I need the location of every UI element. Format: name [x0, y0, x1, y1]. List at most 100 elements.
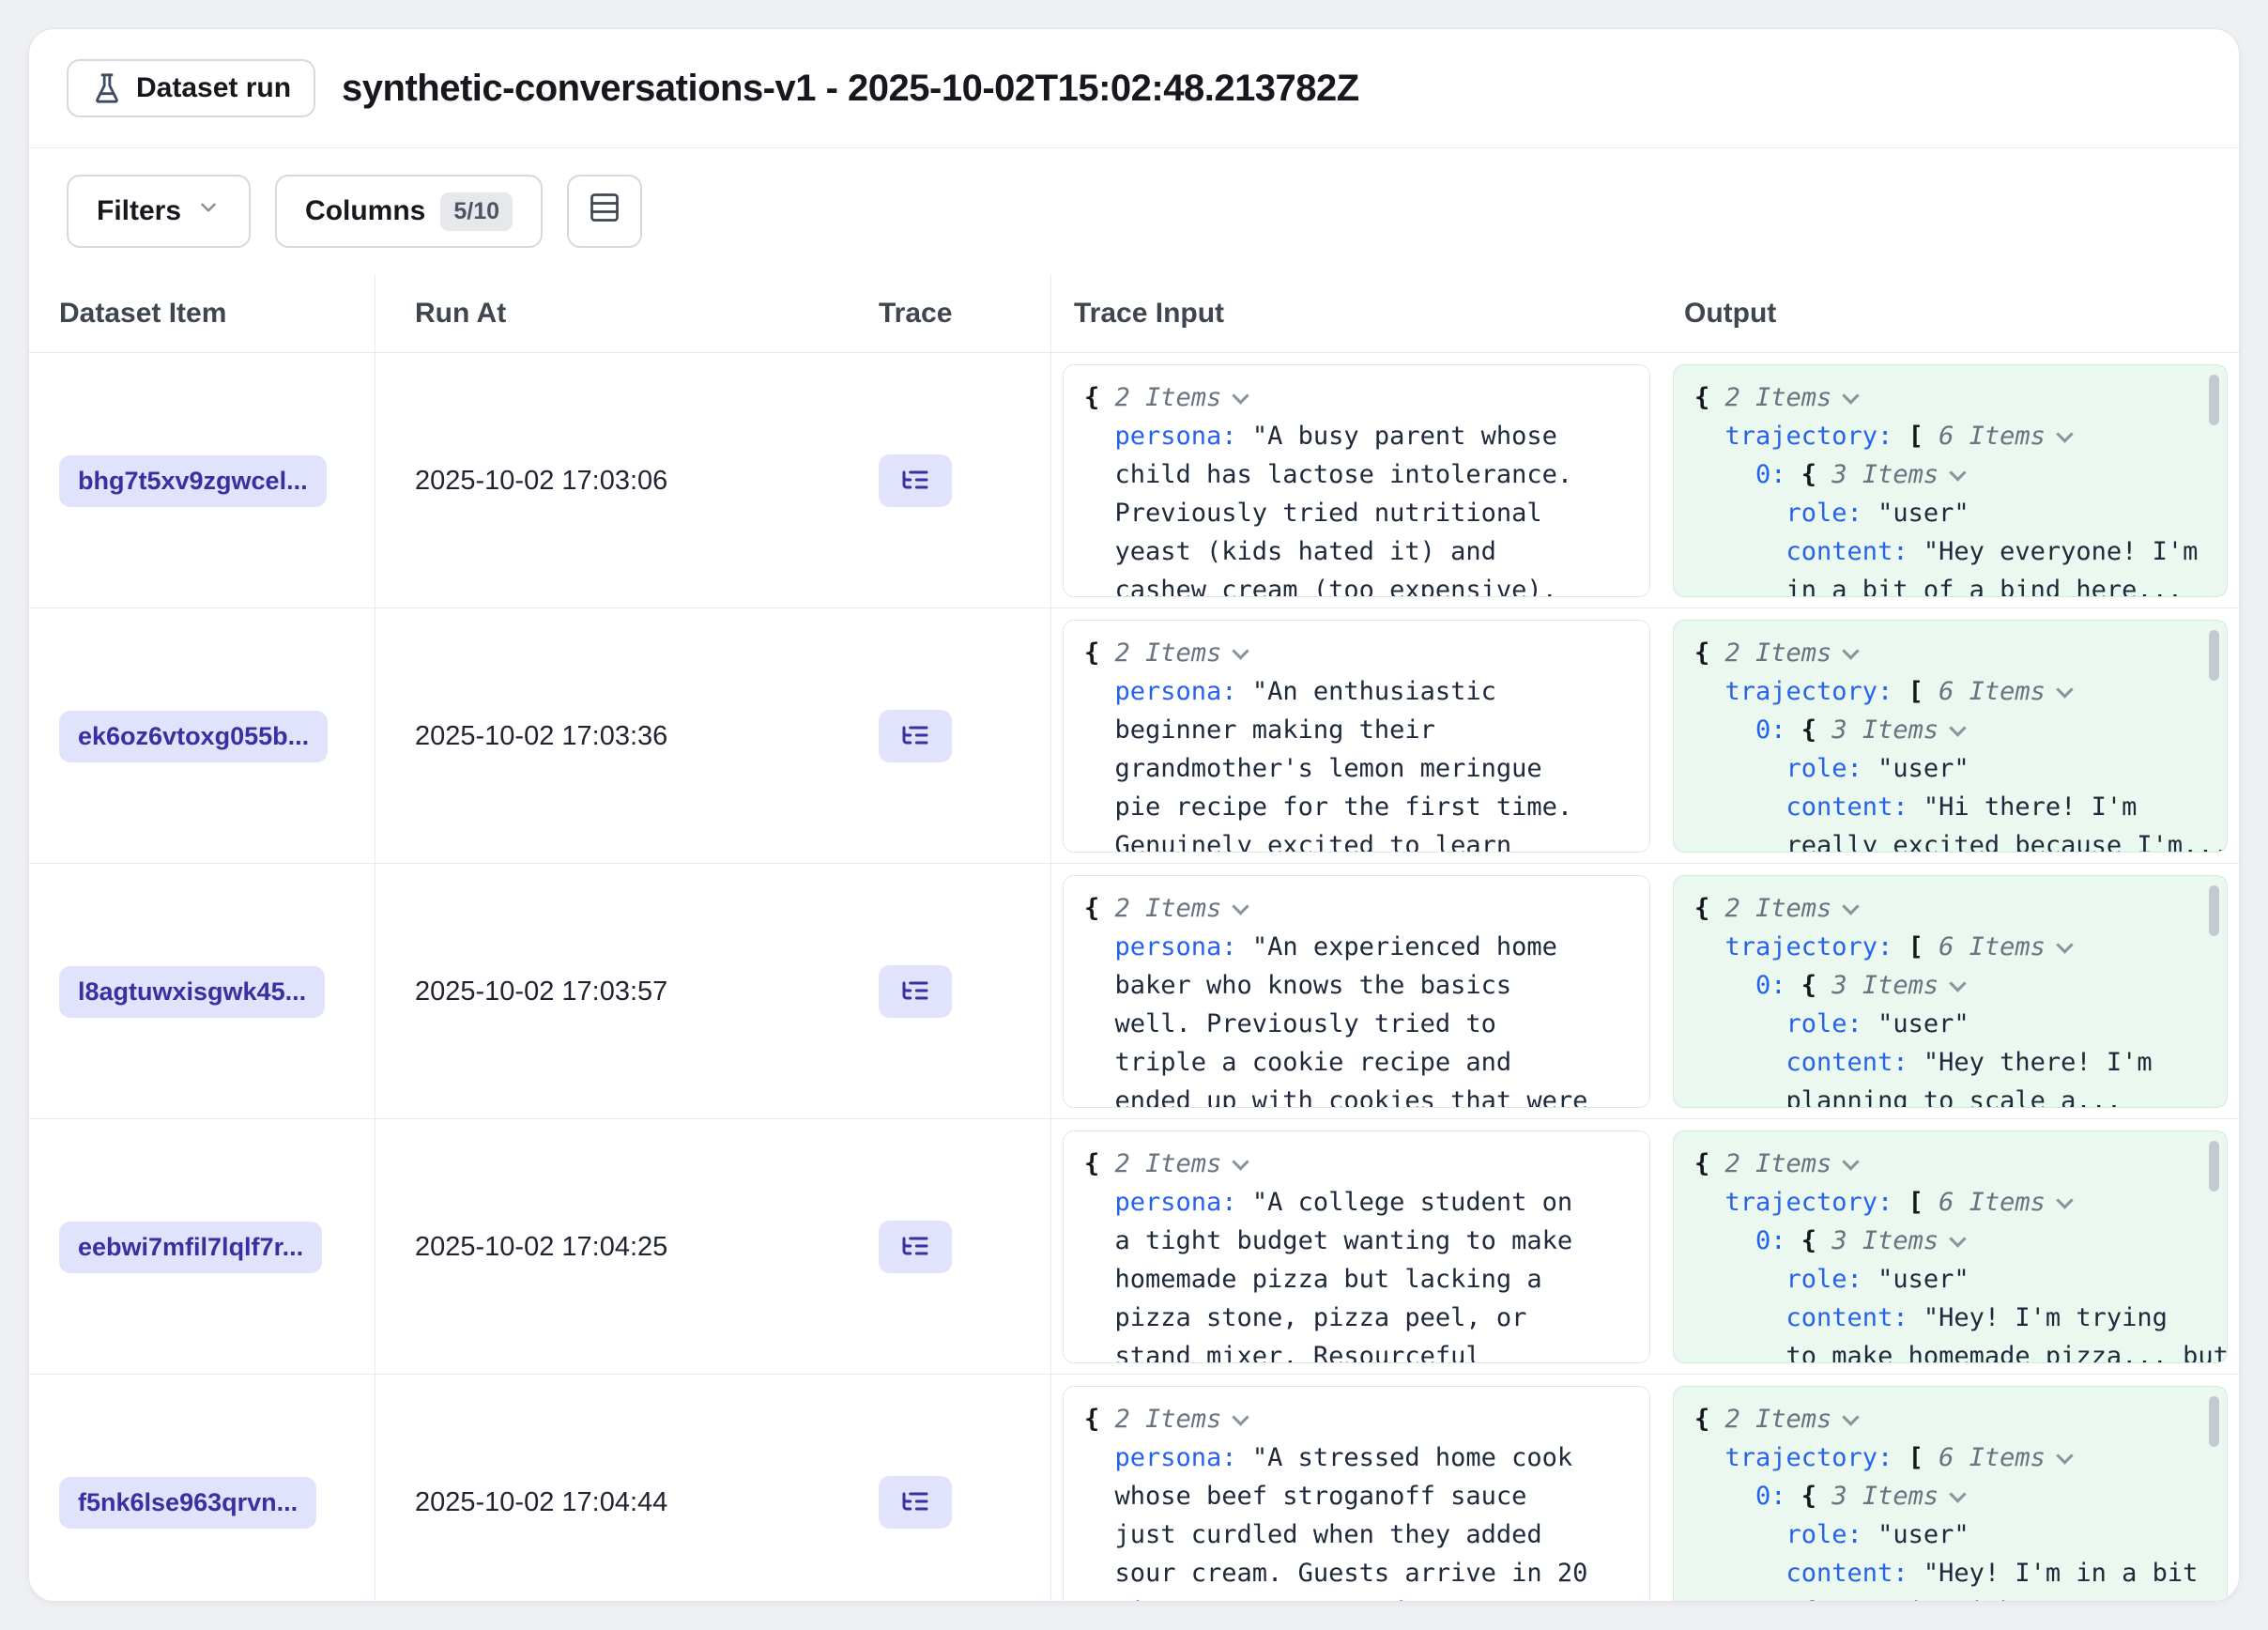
json-string: "Hey! I'm in a bit [1923, 1559, 2199, 1588]
list-tree-icon [900, 465, 930, 498]
trace-button[interactable] [879, 1221, 952, 1273]
dataset-item-badge[interactable]: eebwi7mfil7lqlf7r... [59, 1222, 322, 1273]
trace-button[interactable] [879, 965, 952, 1018]
json-line: trajectory: [ 6 Items [1694, 1183, 2227, 1222]
items-count-toggle[interactable]: 2 Items [1115, 383, 1222, 412]
dataset-item-badge[interactable]: f5nk6lse963qrvn... [59, 1477, 316, 1529]
items-count-toggle[interactable]: 3 Items [1831, 971, 1939, 1000]
dataset-item-badge[interactable]: bhg7t5xv9zgwcel... [59, 455, 327, 507]
output-panel[interactable]: { 2 Itemstrajectory: [ 6 Items0: { 3 Ite… [1673, 1130, 2228, 1363]
trace-cell [864, 1375, 1051, 1602]
trace-input-panel[interactable]: { 2 Itemspersona: "A college student ona… [1063, 1130, 1650, 1363]
output-cell: { 2 Itemstrajectory: [ 6 Items0: { 3 Ite… [1662, 608, 2239, 864]
chevron-down-icon [1843, 898, 1860, 915]
json-line: content: "Hey everyone! I'm [1694, 532, 2227, 571]
items-count-toggle[interactable]: 2 Items [1115, 638, 1222, 668]
items-count-toggle[interactable]: 3 Items [1831, 1226, 1939, 1255]
items-count-toggle[interactable]: 2 Items [1725, 638, 1832, 668]
trace-button[interactable] [879, 454, 952, 507]
json-line: 0: { 3 Items [1694, 455, 2227, 494]
dataset-item-cell: l8agtuwxisgwk45... [29, 864, 375, 1119]
json-punct: { [1786, 971, 1832, 1000]
table-row: bhg7t5xv9zgwcel... 2025-10-02 17:03:06 {… [29, 353, 2239, 608]
output-panel[interactable]: { 2 Itemstrajectory: [ 6 Items0: { 3 Ite… [1673, 364, 2228, 597]
items-count-toggle[interactable]: 6 Items [1939, 932, 2046, 961]
trace-input-cell: { 2 Itemspersona: "A college student ona… [1051, 1119, 1662, 1375]
chevron-down-icon [1949, 1485, 1966, 1502]
filters-button[interactable]: Filters [67, 175, 251, 248]
items-count-toggle[interactable]: 3 Items [1831, 715, 1939, 745]
json-line: { 2 Items [1694, 1400, 2227, 1438]
json-line: cashew cream (too expensive). [1084, 571, 1649, 597]
items-count-toggle[interactable]: 2 Items [1115, 1149, 1222, 1178]
dataset-item-badge[interactable]: l8agtuwxisgwk45... [59, 966, 325, 1018]
items-count-toggle[interactable]: 2 Items [1115, 1405, 1222, 1434]
json-string: "user" [1877, 1520, 1969, 1549]
list-tree-icon [900, 720, 930, 753]
items-count-toggle[interactable]: 3 Items [1831, 1482, 1939, 1511]
items-count-toggle[interactable]: 2 Items [1725, 1405, 1832, 1434]
items-count-toggle[interactable]: 6 Items [1939, 422, 2046, 451]
output-panel[interactable]: { 2 Itemstrajectory: [ 6 Items0: { 3 Ite… [1673, 620, 2228, 853]
trace-input-panel[interactable]: { 2 Itemspersona: "A stressed home cookw… [1063, 1386, 1650, 1602]
trace-button[interactable] [879, 1476, 952, 1529]
json-line: trajectory: [ 6 Items [1694, 1438, 2227, 1477]
items-count-toggle[interactable]: 2 Items [1725, 894, 1832, 923]
json-line: trajectory: [ 6 Items [1694, 928, 2227, 966]
items-count-toggle[interactable]: 2 Items [1725, 383, 1832, 412]
json-string: "A stressed home cook [1252, 1443, 1572, 1472]
json-key: persona: [1115, 677, 1237, 706]
json-key: trajectory: [1725, 1188, 1893, 1217]
json-viewer: { 2 Itemspersona: "A busy parent whosech… [1064, 365, 1649, 597]
trace-input-panel[interactable]: { 2 Itemspersona: "A busy parent whosech… [1063, 364, 1650, 597]
json-punct [1908, 537, 1923, 566]
json-line: content: "Hey there! I'm [1694, 1043, 2227, 1082]
scrollbar-thumb[interactable] [2209, 1396, 2219, 1447]
json-string: to make homemade pizza... but [1786, 1342, 2228, 1363]
trace-button[interactable] [879, 710, 952, 762]
trace-input-panel[interactable]: { 2 Itemspersona: "An enthusiasticbeginn… [1063, 620, 1650, 853]
row-height-button[interactable] [567, 175, 642, 248]
json-line: pie recipe for the first time. [1084, 788, 1649, 826]
table-row: ek6oz6vtoxg055b... 2025-10-02 17:03:36 {… [29, 608, 2239, 864]
json-line: stand mixer. Resourceful [1084, 1337, 1649, 1363]
items-count-toggle[interactable]: 3 Items [1831, 460, 1939, 489]
columns-button[interactable]: Columns 5/10 [275, 175, 543, 248]
trace-cell [864, 864, 1051, 1119]
items-count-toggle[interactable]: 2 Items [1115, 894, 1222, 923]
json-line: 0: { 3 Items [1694, 966, 2227, 1005]
json-line: content: "Hey! I'm trying [1694, 1299, 2227, 1337]
run-at-cell: 2025-10-02 17:04:25 [375, 1119, 864, 1375]
scrollbar-thumb[interactable] [2209, 885, 2219, 936]
scrollbar-thumb[interactable] [2209, 1141, 2219, 1192]
list-tree-icon [900, 1231, 930, 1264]
dataset-item-badge[interactable]: ek6oz6vtoxg055b... [59, 711, 328, 762]
run-at-value: 2025-10-02 17:04:44 [415, 1487, 667, 1518]
json-punct: { [1786, 1226, 1832, 1255]
json-string: "Hey there! I'm [1923, 1048, 2153, 1077]
trace-input-panel[interactable]: { 2 Itemspersona: "An experienced homeba… [1063, 875, 1650, 1108]
json-string: "Hey everyone! I'm [1923, 537, 2199, 566]
json-line: { 2 Items [1694, 378, 2227, 417]
chevron-down-icon [1949, 1230, 1966, 1247]
chevron-down-icon [1233, 387, 1249, 404]
json-string: "user" [1877, 499, 1969, 528]
chevron-down-icon [2056, 936, 2073, 953]
json-line: { 2 Items [1694, 1145, 2227, 1183]
items-count-toggle[interactable]: 6 Items [1939, 1443, 2046, 1472]
json-string: "user" [1877, 1265, 1969, 1294]
items-count-toggle[interactable]: 2 Items [1725, 1149, 1832, 1178]
table-header: Dataset Item Run At Trace Trace Input Ou… [29, 274, 2239, 353]
output-panel[interactable]: { 2 Items trajectory: [ 6 Items0: { 3 Ite… [1673, 875, 2228, 1108]
items-count-toggle[interactable]: 6 Items [1939, 677, 2046, 706]
dataset-run-card: Dataset run synthetic-conversations-v1 -… [28, 28, 2240, 1602]
dataset-run-chip[interactable]: Dataset run [67, 59, 315, 117]
json-string: minutes. Frustrated, urgent [1115, 1597, 1527, 1602]
chevron-down-icon [1843, 1408, 1860, 1425]
json-punct: [ [1893, 1188, 1939, 1217]
scrollbar-thumb[interactable] [2209, 375, 2219, 425]
scrollbar-thumb[interactable] [2209, 630, 2219, 681]
json-punct: { [1694, 638, 1725, 668]
items-count-toggle[interactable]: 6 Items [1939, 1188, 2046, 1217]
output-panel[interactable]: { 2 Itemstrajectory: [ 6 Items0: { 3 Ite… [1673, 1386, 2228, 1602]
